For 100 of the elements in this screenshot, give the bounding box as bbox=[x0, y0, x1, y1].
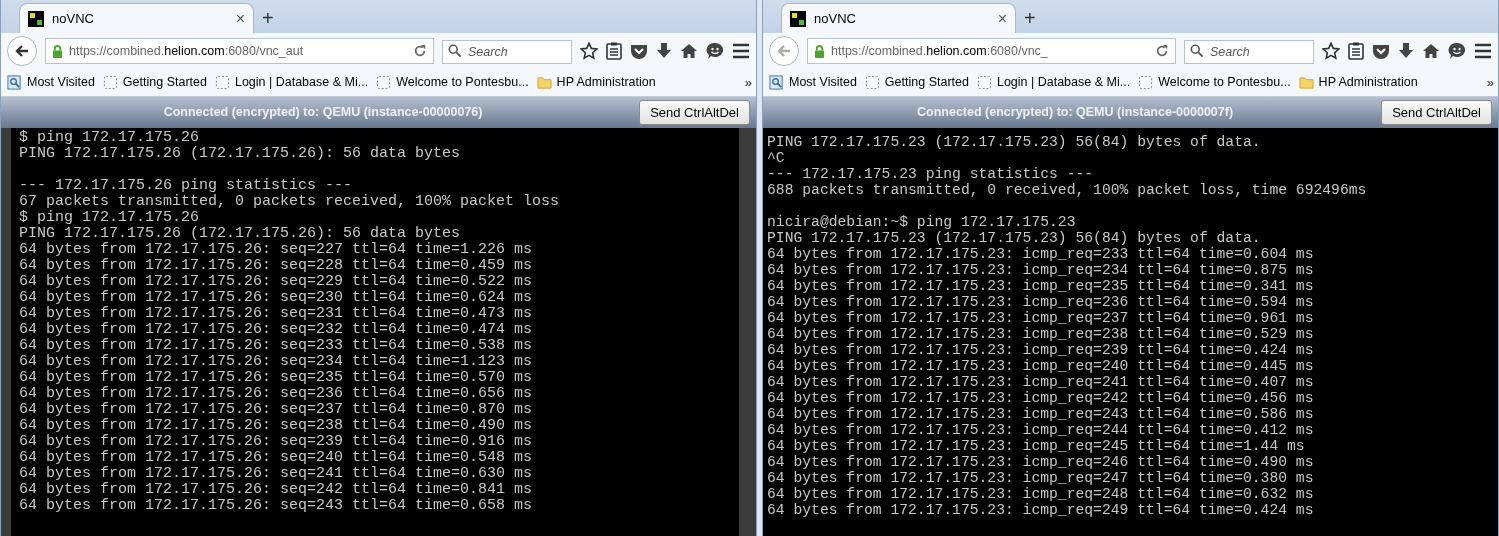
star-icon[interactable] bbox=[1322, 42, 1340, 60]
terminal-line: 64 bytes from 172.17.175.23: icmp_req=233 ttl=64 time=0.604 ms bbox=[767, 246, 1315, 262]
reading-list-icon[interactable] bbox=[606, 42, 622, 60]
terminal-line: 64 bytes from 172.17.175.23: icmp_req=244 ttl=64 time=0.412 ms bbox=[767, 422, 1315, 438]
terminal-line: $ ping 172.17.175.26 bbox=[19, 210, 201, 226]
terminal-line: 64 bytes from 172.17.175.23: icmp_req=237 ttl=64 time=0.961 ms bbox=[767, 310, 1315, 326]
url-text: https://combined.helion.com:6080/vnc_aut bbox=[69, 42, 305, 60]
terminal-line: PING 172.17.175.23 (172.17.175.23) 56(84) bytes of data. bbox=[767, 134, 1262, 150]
terminal-line: 64 bytes from 172.17.175.23: icmp_req=247 ttl=64 time=0.380 ms bbox=[767, 470, 1315, 486]
send-ctrlaltdel-button[interactable]: Send CtrlAltDel bbox=[1381, 99, 1492, 126]
bookmark-link[interactable]: Welcome to Pontesbu... bbox=[376, 73, 529, 92]
reload-icon[interactable] bbox=[413, 44, 427, 58]
terminal-line: 64 bytes from 172.17.175.26: seq=230 ttl=64 time=0.624 ms bbox=[19, 290, 534, 306]
terminal-line: 64 bytes from 172.17.175.23: icmp_req=236 ttl=64 time=0.594 ms bbox=[767, 294, 1315, 310]
address-bar[interactable]: https://combined.helion.com:6080/vnc_aut bbox=[45, 38, 434, 64]
terminal-line: ^C bbox=[767, 150, 786, 166]
bookmark-link[interactable]: Welcome to Pontesbu... bbox=[1138, 73, 1291, 92]
lock-icon bbox=[52, 44, 63, 58]
close-icon[interactable]: × bbox=[235, 10, 245, 27]
folder-icon bbox=[1298, 75, 1314, 90]
bookmark-link[interactable]: Most Visited bbox=[7, 73, 95, 92]
terminal-line: 64 bytes from 172.17.175.26: seq=234 ttl=64 time=1.123 ms bbox=[19, 354, 534, 370]
logo-icon bbox=[790, 10, 806, 27]
connection-status: Connected (encrypted) to: QEMU (instance-0000007f) bbox=[916, 104, 1235, 122]
send-ctrlaltdel-button[interactable]: Send CtrlAltDel bbox=[639, 99, 750, 126]
blank-page-icon bbox=[976, 75, 992, 90]
terminal-line: $ ping 172.17.175.26 bbox=[19, 130, 201, 146]
terminal-line: 67 packets transmitted, 0 packets received, 100% packet loss bbox=[19, 194, 561, 210]
terminal-line: 64 bytes from 172.17.175.26: seq=231 ttl=64 time=0.473 ms bbox=[19, 306, 534, 322]
terminal-line: 64 bytes from 172.17.175.26: seq=240 ttl=64 time=0.548 ms bbox=[19, 450, 534, 466]
smiley-icon[interactable] bbox=[1448, 42, 1466, 60]
blank-page-icon bbox=[376, 75, 392, 90]
download-icon[interactable] bbox=[1398, 42, 1414, 60]
bookmark-link[interactable]: Login | Database & Mi... bbox=[976, 73, 1131, 92]
terminal-line: 64 bytes from 172.17.175.23: icmp_req=241 ttl=64 time=0.407 ms bbox=[767, 374, 1315, 390]
logo-icon bbox=[28, 10, 44, 27]
browser-tab[interactable]: noVNC × bbox=[781, 3, 1016, 33]
terminal-line: 64 bytes from 172.17.175.26: seq=238 ttl=64 time=0.490 ms bbox=[19, 418, 534, 434]
bookmark-link[interactable]: Most Visited bbox=[769, 73, 857, 92]
connection-status: Connected (encrypted) to: QEMU (instance-00000076) bbox=[162, 104, 484, 122]
lock-icon bbox=[814, 44, 825, 58]
search-field[interactable]: Search bbox=[1184, 40, 1314, 64]
blank-page-icon bbox=[864, 75, 880, 90]
url-text: https://combined.helion.com:6080/vnc_ bbox=[831, 42, 1049, 60]
terminal-line: 64 bytes from 172.17.175.23: icmp_req=240 ttl=64 time=0.445 ms bbox=[767, 358, 1315, 374]
back-arrow-icon bbox=[776, 43, 792, 59]
bookmark-page-icon bbox=[769, 75, 784, 90]
blank-page-icon bbox=[102, 75, 118, 90]
menu-icon[interactable] bbox=[732, 43, 750, 59]
terminal-line: PING 172.17.175.26 (172.17.175.26): 56 data bytes bbox=[19, 226, 462, 242]
download-icon[interactable] bbox=[656, 42, 672, 60]
bookmark-link[interactable]: Login | Database & Mi... bbox=[214, 73, 369, 92]
bookmark-link[interactable]: HP Administration bbox=[536, 73, 656, 92]
search-icon bbox=[448, 44, 462, 58]
terminal-line: 64 bytes from 172.17.175.23: icmp_req=243 ttl=64 time=0.586 ms bbox=[767, 406, 1315, 422]
search-icon bbox=[1190, 44, 1204, 58]
reload-icon[interactable] bbox=[1155, 44, 1169, 58]
terminal-line: PING 172.17.175.23 (172.17.175.23) 56(84) bytes of data. bbox=[767, 230, 1262, 246]
terminal-line: 64 bytes from 172.17.175.26: seq=229 ttl=64 time=0.522 ms bbox=[19, 274, 534, 290]
terminal-line: 64 bytes from 172.17.175.26: seq=232 ttl=64 time=0.474 ms bbox=[19, 322, 534, 338]
close-icon[interactable]: × bbox=[997, 10, 1007, 27]
blank-page-icon bbox=[214, 75, 230, 90]
terminal-line: 64 bytes from 172.17.175.23: icmp_req=246 ttl=64 time=0.490 ms bbox=[767, 454, 1315, 470]
back-arrow-icon bbox=[14, 43, 30, 59]
terminal-line: 64 bytes from 172.17.175.23: icmp_req=248 ttl=64 time=0.632 ms bbox=[767, 486, 1315, 502]
pocket-icon[interactable] bbox=[630, 43, 648, 59]
bookmark-page-icon bbox=[7, 75, 22, 90]
reading-list-icon[interactable] bbox=[1348, 42, 1364, 60]
tab-title: noVNC bbox=[52, 9, 95, 28]
search-field[interactable]: Search bbox=[442, 40, 572, 64]
smiley-icon[interactable] bbox=[706, 42, 724, 60]
overflow-chevron[interactable]: » bbox=[1486, 72, 1494, 93]
terminal-line: 64 bytes from 172.17.175.26: seq=228 ttl=64 time=0.459 ms bbox=[19, 258, 534, 274]
terminal-line: 64 bytes from 172.17.175.23: icmp_req=235 ttl=64 time=0.341 ms bbox=[767, 278, 1315, 294]
folder-icon bbox=[536, 75, 552, 90]
bookmark-link[interactable]: HP Administration bbox=[1298, 73, 1418, 92]
browser-tab[interactable]: noVNC × bbox=[19, 3, 254, 33]
terminal-line: 64 bytes from 172.17.175.23: icmp_req=249 ttl=64 time=0.424 ms bbox=[767, 502, 1315, 518]
bookmark-link[interactable]: Getting Started bbox=[102, 73, 207, 92]
back-button[interactable] bbox=[7, 36, 37, 66]
blank-page-icon bbox=[1138, 75, 1154, 90]
terminal-line: 64 bytes from 172.17.175.26: seq=242 ttl=64 time=0.841 ms bbox=[19, 482, 534, 498]
address-bar[interactable]: https://combined.helion.com:6080/vnc_ bbox=[807, 38, 1176, 64]
tab-title: noVNC bbox=[814, 9, 857, 28]
star-icon[interactable] bbox=[580, 42, 598, 60]
new-tab-icon[interactable]: + bbox=[1024, 8, 1036, 28]
terminal-line: 64 bytes from 172.17.175.23: icmp_req=245 ttl=64 time=1.44 ms bbox=[767, 438, 1306, 454]
terminal-line: 688 packets transmitted, 0 received, 100% packet loss, time 692496ms bbox=[767, 182, 1368, 198]
terminal-line: 64 bytes from 172.17.175.23: icmp_req=242 ttl=64 time=0.456 ms bbox=[767, 390, 1315, 406]
terminal-line: 64 bytes from 172.17.175.26: seq=233 ttl=64 time=0.538 ms bbox=[19, 338, 534, 354]
pocket-icon[interactable] bbox=[1372, 43, 1390, 59]
home-icon[interactable] bbox=[1422, 43, 1440, 59]
new-tab-icon[interactable]: + bbox=[262, 8, 274, 28]
overflow-chevron[interactable]: » bbox=[744, 72, 752, 93]
home-icon[interactable] bbox=[680, 43, 698, 59]
menu-icon[interactable] bbox=[1474, 43, 1492, 59]
terminal-line: 64 bytes from 172.17.175.26: seq=235 ttl=64 time=0.570 ms bbox=[19, 370, 534, 386]
terminal-line: 64 bytes from 172.17.175.23: icmp_req=239 ttl=64 time=0.424 ms bbox=[767, 342, 1315, 358]
bookmark-link[interactable]: Getting Started bbox=[864, 73, 969, 92]
terminal-line: 64 bytes from 172.17.175.23: icmp_req=238 ttl=64 time=0.529 ms bbox=[767, 326, 1315, 342]
